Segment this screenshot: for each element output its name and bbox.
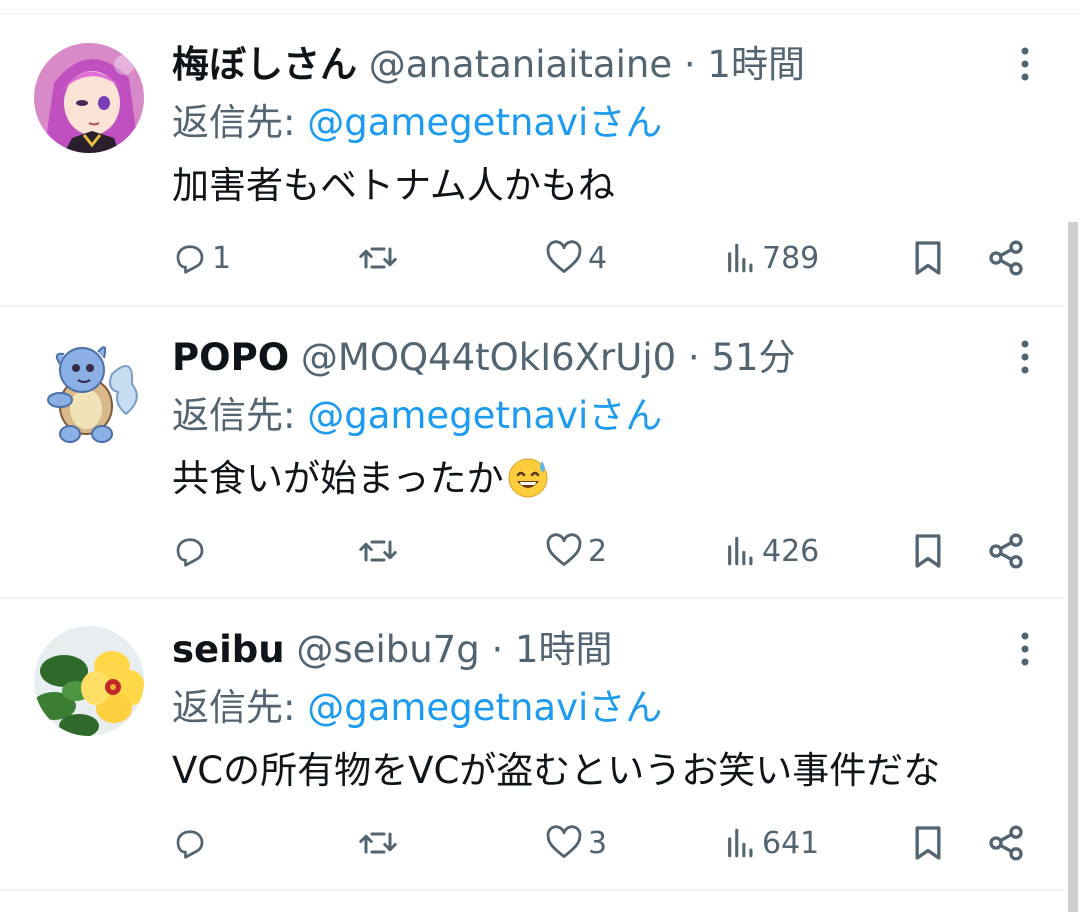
action-bar: 1 4 789 [0,232,1066,284]
retweet-button[interactable] [356,525,404,577]
action-bar: 2 426 [0,525,1066,577]
post-time[interactable]: 51分 [711,336,795,379]
post-header: POPO @MOQ44tOkI6XrUj0 · 51分 [172,333,796,383]
reply-button[interactable] [172,817,212,869]
reply-icon [176,245,204,274]
post-header: seibu @seibu7g · 1時間 [172,625,613,675]
user-handle[interactable]: @anataniaitaine [369,43,672,86]
reply-prefix: 返信先: [172,394,296,437]
retweet-icon [359,832,397,854]
retweet-icon [359,247,397,269]
like-button[interactable]: 2 [544,525,607,577]
reply-context: 返信先: @gamegetnaviさん [172,98,662,148]
blue-turtle-avatar-icon [34,334,144,444]
bookmark-button[interactable] [908,525,948,577]
like-button[interactable]: 3 [544,817,607,869]
post-time[interactable]: 1時間 [515,628,613,671]
reply-to-link[interactable]: @gamegetnaviさん [307,101,662,144]
share-button[interactable] [986,232,1026,284]
like-button[interactable]: 4 [544,232,607,284]
share-button[interactable] [986,525,1026,577]
reply-post[interactable]: seibu @seibu7g · 1時間 返信先: @gamegetnaviさん… [0,599,1066,891]
reply-prefix: 返信先: [172,686,296,729]
view-count: 789 [762,240,820,276]
reply-button[interactable]: 1 [172,232,231,284]
reply-prefix: 返信先: [172,101,296,144]
display-name[interactable]: 梅ぼしさん [172,43,357,86]
more-options-icon[interactable] [1012,337,1038,377]
avatar[interactable] [34,626,144,736]
post-time[interactable]: 1時間 [707,43,805,86]
reply-to-link[interactable]: @gamegetnaviさん [307,394,662,437]
reply-count: 1 [212,240,232,276]
reply-icon [176,830,204,859]
views-button[interactable]: 426 [724,525,819,577]
retweet-button[interactable] [356,817,404,869]
share-icon [989,825,1023,861]
user-handle[interactable]: @MOQ44tOkI6XrUj0 [301,336,676,379]
reply-post[interactable]: 梅ぼしさん @anataniaitaine · 1時間 返信先: @gamege… [0,14,1066,307]
post-text: 共食いが始まったか [172,457,504,500]
reply-post[interactable]: POPO @MOQ44tOkI6XrUj0 · 51分 返信先: @gamege… [0,307,1066,599]
action-bar: 3 641 [0,817,1066,869]
user-handle[interactable]: @seibu7g [296,628,479,671]
heart-icon [546,533,582,566]
reply-to-link[interactable]: @gamegetnaviさん [307,686,662,729]
post-text: 加害者もベトナム人かもね [172,164,615,207]
views-button[interactable]: 789 [724,232,819,284]
reply-icon [176,538,204,567]
yellow-flower-avatar-icon [34,626,144,736]
bookmark-button[interactable] [908,817,948,869]
heart-icon [546,240,582,273]
reply-context: 返信先: @gamegetnaviさん [172,391,662,441]
separator-dot: · [683,43,696,86]
reply-context: 返信先: @gamegetnaviさん [172,683,662,733]
bookmark-icon [915,534,941,568]
bookmark-icon [915,241,941,275]
post-text-container: 共食いが始まったか [172,453,550,505]
views-button[interactable]: 641 [724,817,819,869]
post-text: VCの所有物をVCが盗むというお笑い事件だな [172,749,941,792]
separator-dot: · [687,336,700,379]
reply-button[interactable] [172,525,212,577]
analytics-icon [728,243,753,273]
bookmark-icon [915,826,941,860]
view-count: 426 [762,533,820,569]
analytics-icon [728,828,753,858]
anime-girl-avatar-icon [34,43,144,153]
display-name[interactable]: seibu [172,628,285,671]
retweet-icon [359,540,397,562]
analytics-icon [728,536,753,566]
more-options-icon[interactable] [1012,44,1038,84]
post-header: 梅ぼしさん @anataniaitaine · 1時間 [172,40,805,90]
sweat-smile-emoji-icon [506,455,550,499]
display-name[interactable]: POPO [172,336,289,379]
like-count: 4 [588,240,608,276]
like-count: 2 [588,533,608,569]
scrollbar[interactable] [1068,222,1078,912]
view-count: 641 [762,825,820,861]
heart-icon [546,825,582,858]
avatar[interactable] [34,334,144,444]
share-icon [989,240,1023,276]
separator-dot: · [491,628,504,671]
more-options-icon[interactable] [1012,629,1038,669]
like-count: 3 [588,825,608,861]
share-button[interactable] [986,817,1026,869]
retweet-button[interactable] [356,232,404,284]
avatar[interactable] [34,43,144,153]
share-icon [989,533,1023,569]
bookmark-button[interactable] [908,232,948,284]
